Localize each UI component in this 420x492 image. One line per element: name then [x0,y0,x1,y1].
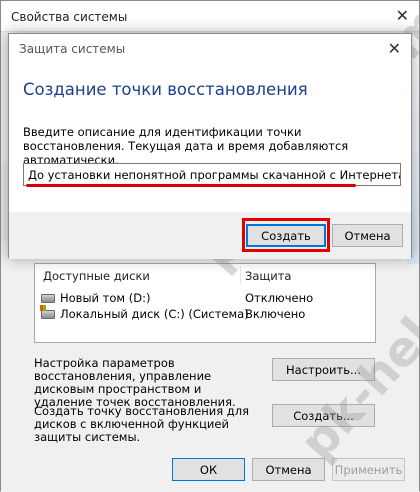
system-drive-icon [40,305,55,319]
cancel-button[interactable]: Отмена [252,458,325,481]
annotation-underline [26,184,356,187]
drives-table[interactable]: Доступные диски Защита Новый том (D:) От… [34,263,376,343]
apply-button[interactable]: Применить [332,458,405,481]
drive-name: Новый том (D:) [60,291,151,305]
column-separator [240,266,241,284]
configure-button[interactable]: Настроить... [272,358,375,381]
dialog-body: Создание точки восстановления Введите оп… [9,64,411,212]
column-header-protection[interactable]: Защита [245,269,291,283]
dialog-description: Введите описание для идентификации точки… [23,125,349,167]
window-title: Свойства системы [11,10,128,24]
annotation-highlight-box [242,218,330,252]
drive-name: Локальный диск (C:) (Система) [60,307,249,321]
drive-protection: Включено [245,307,306,321]
close-icon[interactable]: ✕ [396,6,409,25]
create-restore-point-button[interactable]: Создать... [272,404,375,427]
dialog-button-bar: ОК Отмена Применить [1,448,419,492]
dialog-footer: Создать Отмена [9,212,411,259]
dialog-titlebar: Защита системы ✕ [9,34,411,64]
dialog-cancel-button[interactable]: Отмена [332,224,403,247]
window-titlebar: Свойства системы ✕ [1,1,419,32]
restore-point-description-input[interactable] [23,163,401,186]
create-description: Создать точку восстановления для дисков … [34,404,249,444]
table-row[interactable]: Локальный диск (C:) (Система) Включено [35,305,375,325]
dialog-title: Защита системы [19,42,126,56]
create-restore-point-dialog: Защита системы ✕ Создание точки восстано… [8,33,412,259]
drive-protection: Отключено [245,291,314,305]
dialog-heading: Создание точки восстановления [23,80,308,99]
ok-button[interactable]: ОК [172,458,245,481]
close-icon[interactable]: ✕ [388,39,401,58]
column-header-drives[interactable]: Доступные диски [43,269,150,283]
configure-description: Настройка параметров восстановления, упр… [34,356,236,409]
hard-drive-icon [41,294,55,303]
